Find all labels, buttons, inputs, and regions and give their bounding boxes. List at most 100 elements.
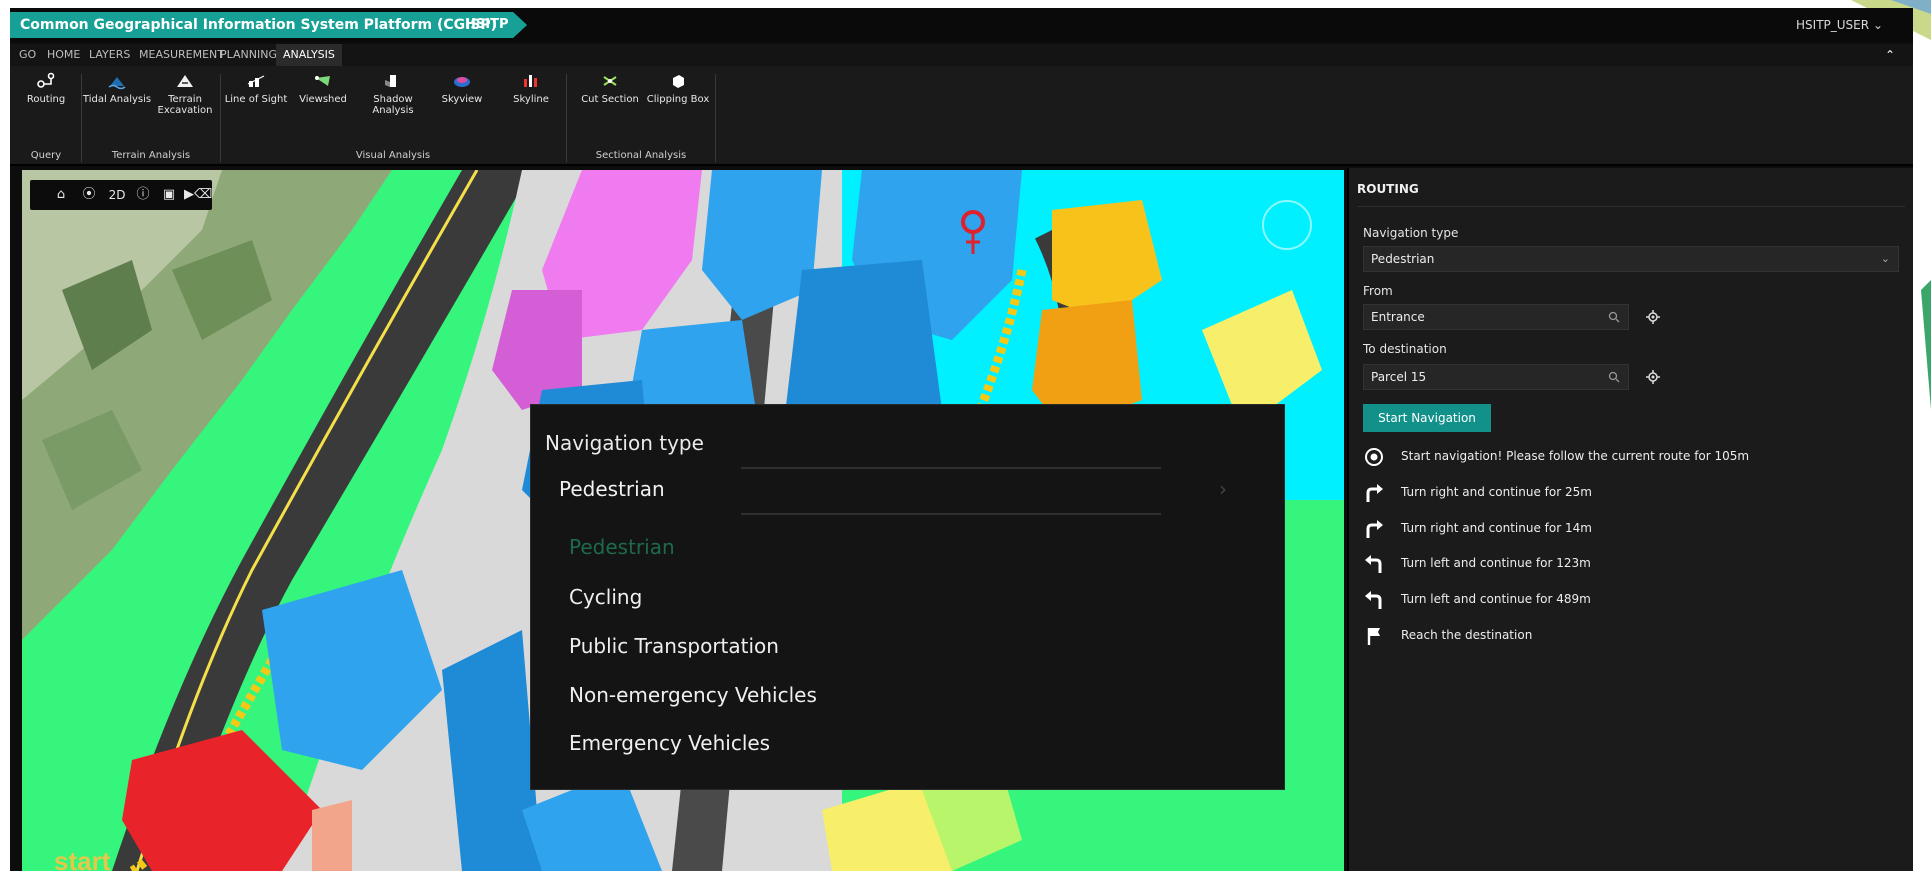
panel-title: ROUTING — [1357, 182, 1419, 196]
terrain-icon — [177, 75, 193, 87]
flag-icon — [1367, 628, 1380, 645]
group-label-sectional: Sectional Analysis — [595, 150, 687, 161]
title-bar: Common Geographical Information System P… — [10, 8, 1913, 42]
clipping-box-icon — [673, 75, 684, 88]
tab-analysis[interactable]: ANALYSIS — [276, 44, 342, 66]
chevron-down-icon: ⌄ — [1880, 252, 1890, 265]
info-icon[interactable]: ⓘ — [134, 186, 152, 204]
compass-icon[interactable]: ⦿ — [80, 186, 98, 204]
start-label: start — [54, 846, 111, 871]
to-destination-input[interactable]: Parcel 15 — [1363, 364, 1629, 390]
tidal-analysis-button[interactable]: Tidal Analysis — [82, 72, 152, 105]
option-emergency-vehicles[interactable]: Emergency Vehicles — [569, 731, 770, 755]
pick-location-icon[interactable] — [1645, 369, 1661, 385]
tab-go[interactable]: GO — [12, 44, 43, 66]
terrain-excavation-button[interactable]: Terrain Excavation — [150, 72, 220, 116]
app-root: Common Geographical Information System P… — [0, 0, 1931, 871]
group-label-terrain: Terrain Analysis — [111, 150, 191, 161]
turn-left-icon — [1365, 591, 1382, 609]
skyview-icon — [454, 77, 470, 87]
user-name: HSITP_USER — [1796, 18, 1870, 32]
group-label-query: Query — [30, 150, 62, 161]
route-step-text: Start navigation! Please follow the curr… — [1401, 449, 1750, 463]
clipping-box-label: Clipping Box — [646, 94, 710, 105]
shadow-analysis-button[interactable]: Shadow Analysis — [358, 72, 428, 116]
map-toolbar: ⌂ ⦿ 2D ⓘ ▣ ▶ ⌫ — [30, 180, 212, 210]
from-value: Entrance — [1371, 310, 1425, 324]
start-navigation-button[interactable]: Start Navigation — [1363, 404, 1491, 432]
navigation-compass[interactable] — [1262, 200, 1312, 250]
trash-icon[interactable]: ⌫ — [194, 186, 212, 204]
navigation-type-select[interactable]: Pedestrian ⌄ — [1363, 246, 1899, 272]
ribbon: Routing Tidal Analysis Terrain Excavatio… — [10, 66, 1913, 166]
line-of-sight-label: Line of Sight — [224, 94, 288, 105]
home-icon[interactable]: ⌂ — [52, 186, 70, 204]
project-name: HSITP — [465, 17, 509, 32]
route-step-text: Turn left and continue for 123m — [1401, 556, 1591, 570]
camera-icon[interactable]: ▣ — [160, 186, 178, 204]
divider — [741, 467, 1161, 469]
routing-label: Routing — [26, 94, 66, 105]
routing-icon — [37, 72, 55, 88]
building-salmon — [312, 800, 352, 871]
pick-location-icon[interactable] — [1645, 309, 1661, 325]
group-label-visual: Visual Analysis — [355, 150, 431, 161]
option-non-emergency-vehicles[interactable]: Non-emergency Vehicles — [569, 683, 817, 707]
route-step: Start navigation! Please follow the curr… — [1363, 444, 1903, 470]
menu-bar: GO HOME LAYERS MEASUREMENT PLANNING ANAL… — [10, 44, 1913, 66]
search-icon[interactable] — [1608, 311, 1620, 323]
viewshed-button[interactable]: Viewshed — [288, 72, 358, 105]
skyline-icon — [524, 75, 537, 87]
route-step-text: Turn left and continue for 489m — [1401, 592, 1591, 606]
route-step: Reach the destination — [1363, 623, 1903, 649]
dropdown-selected-value[interactable]: Pedestrian — [559, 477, 665, 501]
skyview-button[interactable]: Skyview — [427, 72, 497, 105]
tab-layers[interactable]: LAYERS — [82, 44, 137, 66]
app-title: Common Geographical Information System P… — [10, 12, 527, 38]
turn-right-icon — [1366, 484, 1383, 502]
cut-section-label: Cut Section — [581, 94, 639, 105]
shadow-label: Shadow Analysis — [372, 94, 414, 116]
from-label: From — [1363, 284, 1393, 298]
chevron-down-icon[interactable]: › — [1219, 477, 1227, 501]
cut-section-button[interactable]: Cut Section — [575, 72, 645, 105]
location-start-icon — [1365, 448, 1383, 466]
to-destination-label: To destination — [1363, 342, 1447, 356]
divider — [1357, 206, 1905, 207]
viewshed-icon — [315, 76, 330, 86]
tab-planning[interactable]: PLANNING — [213, 44, 284, 66]
route-step: Turn left and continue for 123m — [1363, 551, 1903, 577]
option-public-transportation[interactable]: Public Transportation — [569, 634, 779, 658]
clipping-box-button[interactable]: Clipping Box — [643, 72, 713, 105]
tab-home[interactable]: HOME — [40, 44, 87, 66]
collapse-ribbon-icon[interactable]: ⌃ — [1885, 48, 1899, 62]
option-cycling[interactable]: Cycling — [569, 585, 642, 609]
route-step-text: Reach the destination — [1401, 628, 1533, 642]
dropdown-label: Navigation type — [545, 431, 704, 455]
tidal-label: Tidal Analysis — [82, 94, 152, 105]
cut-section-icon — [603, 76, 617, 86]
user-menu[interactable]: HSITP_USER ⌄ — [1796, 12, 1883, 38]
navigation-type-value: Pedestrian — [1371, 252, 1435, 266]
from-input[interactable]: Entrance — [1363, 304, 1629, 330]
route-step-text: Turn right and continue for 14m — [1401, 521, 1592, 535]
skyview-label: Skyview — [441, 94, 483, 105]
group-divider — [566, 74, 567, 162]
routing-panel: ROUTING Navigation type Pedestrian ⌄ Fro… — [1347, 168, 1913, 871]
shadow-icon — [385, 75, 396, 87]
option-pedestrian[interactable]: Pedestrian — [569, 535, 675, 559]
route-step: Turn right and continue for 25m — [1363, 480, 1903, 506]
view-mode-toggle[interactable]: 2D — [106, 186, 128, 204]
routing-button[interactable]: Routing — [11, 72, 81, 105]
terrain-label: Terrain Excavation — [157, 94, 213, 116]
chevron-down-icon: ⌄ — [1872, 18, 1883, 32]
turn-left-icon — [1365, 555, 1382, 573]
line-of-sight-button[interactable]: Line of Sight — [221, 72, 291, 105]
skyline-button[interactable]: Skyline — [496, 72, 566, 105]
skyline-label: Skyline — [513, 94, 549, 105]
tidal-icon — [108, 77, 126, 90]
navigation-type-dropdown-zoom: Navigation type Pedestrian › Pedestrian … — [530, 404, 1285, 790]
viewshed-label: Viewshed — [299, 94, 347, 105]
line-of-sight-icon — [247, 75, 265, 87]
search-icon[interactable] — [1608, 371, 1620, 383]
